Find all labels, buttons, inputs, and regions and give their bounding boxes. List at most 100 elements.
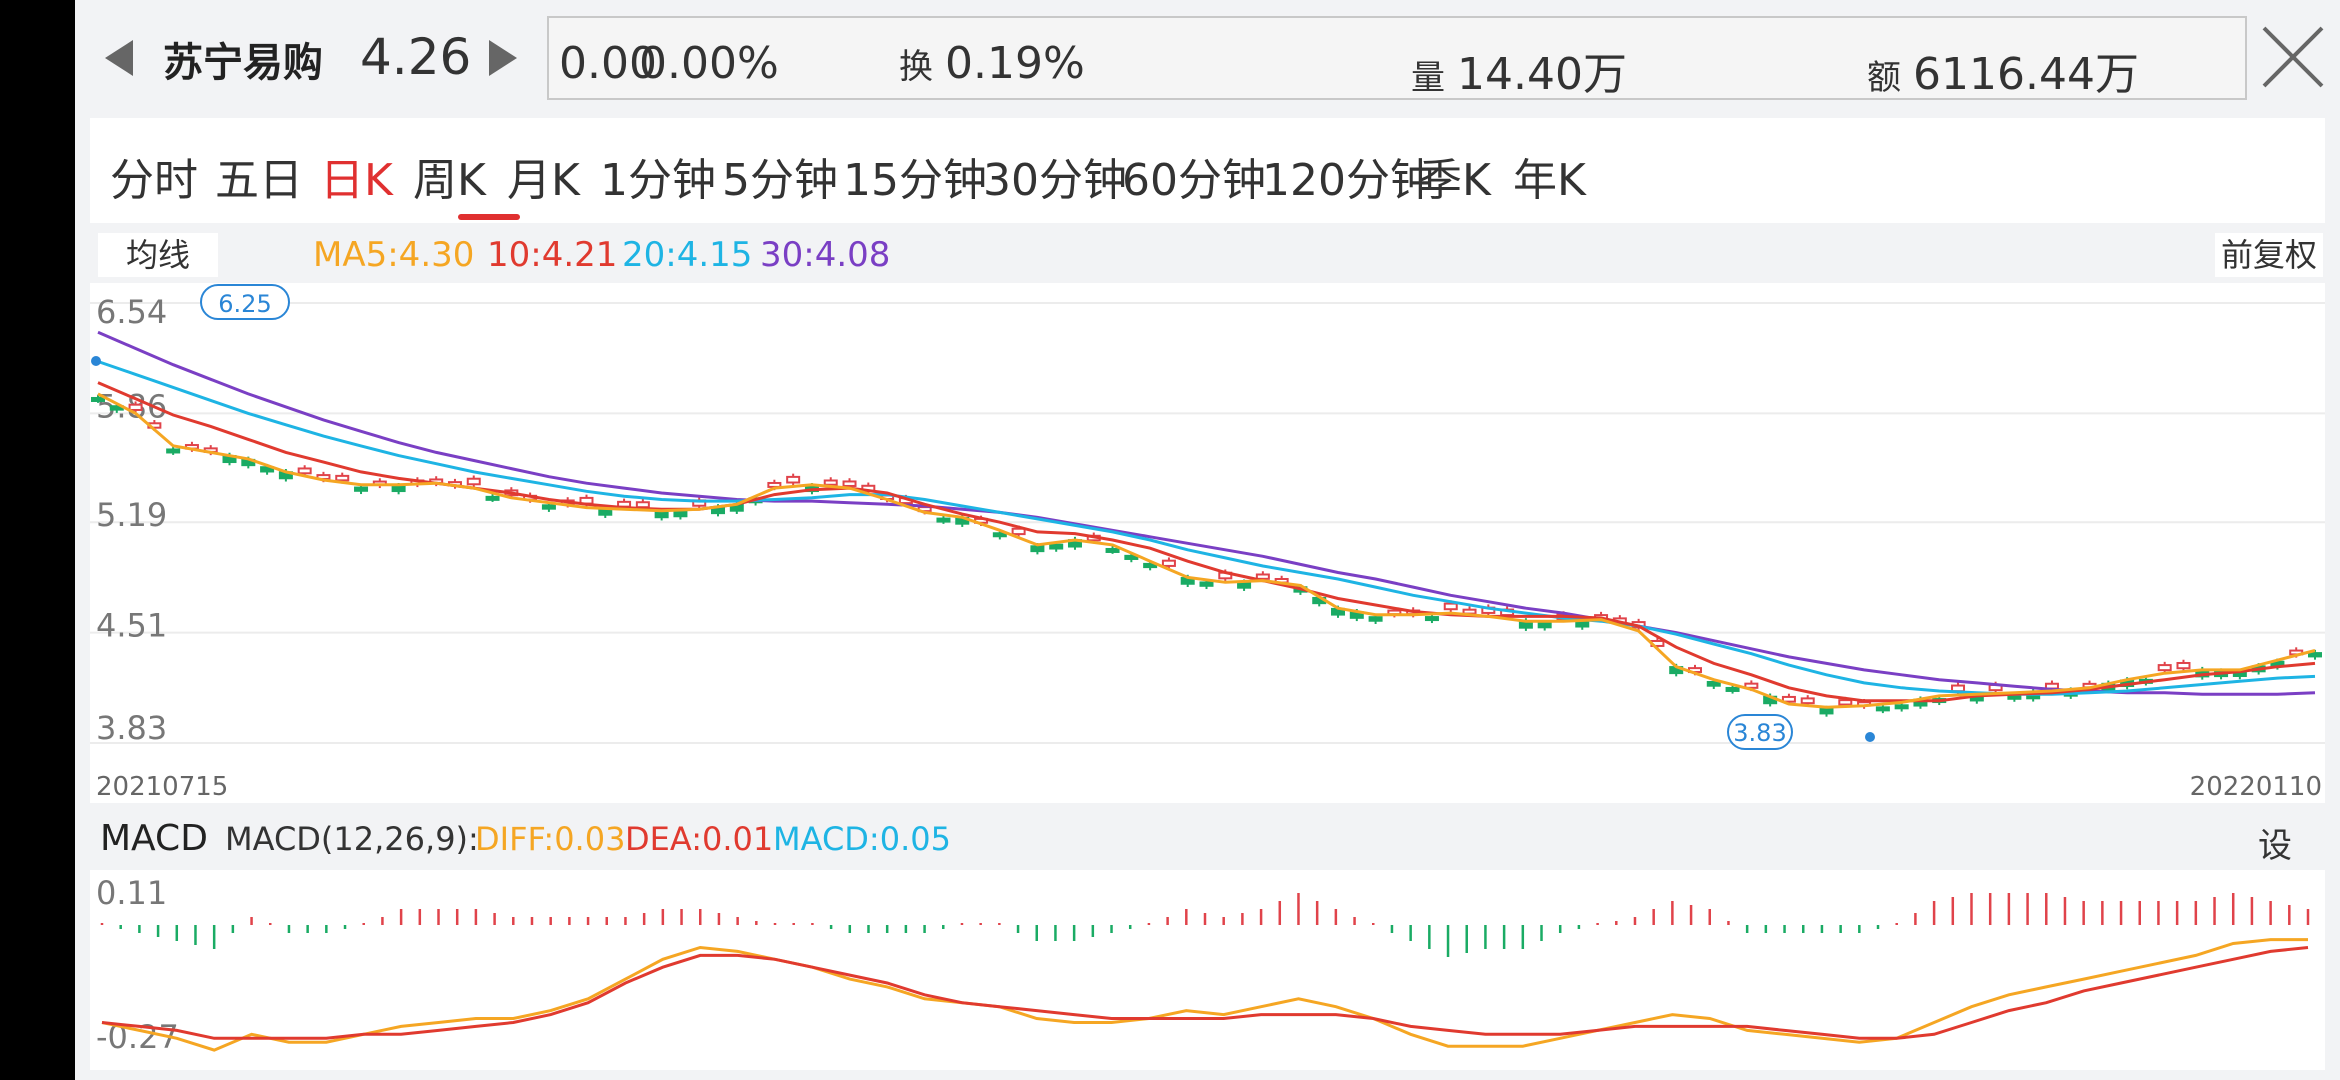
start-point-dot [91, 356, 101, 366]
tab-intraday[interactable]: 分时 [110, 144, 198, 208]
next-stock-icon[interactable] [489, 40, 517, 76]
candle-down [1706, 680, 1721, 687]
candle-down [1030, 545, 1045, 553]
tab-weekly-k[interactable]: 周K [413, 144, 486, 208]
period-tabs: 分时 五日 日K 周K 月K 1分钟 5分钟 15分钟 30分钟 60分钟 12… [90, 118, 2325, 223]
close-icon[interactable] [2260, 24, 2326, 90]
ma5-value: MA5:4.30 [313, 235, 475, 275]
turnover-value: 0.19% [945, 38, 1085, 89]
dea-value: DEA:0.01 [625, 820, 774, 858]
candle-down [1725, 686, 1740, 692]
candle-down [936, 517, 951, 523]
candle-up [1800, 697, 1815, 705]
candle-up [297, 467, 312, 475]
amount-value: 6116.44万 [1913, 49, 2139, 100]
candle-up [335, 474, 350, 482]
macd-chart[interactable]: 0.11 -0.27 [90, 870, 2325, 1070]
macd-title: MACD [100, 818, 208, 859]
candle-down [1199, 581, 1214, 587]
tab-15min[interactable]: 15分钟 [843, 144, 987, 208]
kline-svg: 6.545.865.194.513.836.253.8320210715 2022… [90, 284, 2325, 802]
candle-down [1424, 616, 1439, 622]
candle-down [992, 532, 1007, 538]
turnover-label: 换 [899, 47, 933, 87]
amount: 额 6116.44万 [1867, 38, 2139, 102]
ma5-line [97, 392, 2316, 709]
tab-5min[interactable]: 5分钟 [722, 144, 838, 208]
min-price-label: 3.83 [1733, 719, 1786, 747]
max-price-label: 6.25 [218, 290, 271, 318]
candle-down [91, 396, 105, 402]
tab-30min[interactable]: 30分钟 [983, 144, 1127, 208]
candle-down [2308, 652, 2322, 658]
tab-yearly-k[interactable]: 年K [1513, 144, 1586, 208]
y-tick-label: 6.54 [96, 293, 167, 331]
volume-value: 14.40万 [1457, 49, 1627, 100]
ma-settings-button[interactable]: 均线 [98, 233, 218, 277]
macd-y-tick-label: 0.11 [96, 874, 167, 912]
y-tick-label: 4.51 [96, 607, 167, 645]
volume: 量 14.40万 [1411, 38, 1627, 102]
stock-name: 苏宁易购 [163, 40, 323, 86]
end-date-label: 20220110 [2190, 772, 2322, 802]
price-change-pct: 0.00% [639, 38, 779, 89]
candle-up [1161, 559, 1176, 567]
previous-stock-icon[interactable] [105, 40, 133, 76]
candle-up [1443, 602, 1458, 611]
macd-params: MACD(12,26,9): [225, 820, 479, 858]
tab-60min[interactable]: 60分钟 [1122, 144, 1266, 208]
adjust-mode-button[interactable]: 前复权 [2215, 233, 2323, 277]
y-tick-label: 3.83 [96, 709, 167, 747]
candle-up [466, 477, 481, 486]
ma10-value: 10:4.21 [487, 235, 618, 275]
candle-up [2157, 664, 2172, 672]
macd-value: MACD:0.05 [773, 820, 951, 858]
stock-detail-screen: 苏宁易购 4.26 0.00 0.00% 换 0.19% 量 14.40万 额 611… [75, 0, 2340, 1080]
candle-down [354, 486, 369, 492]
stock-price: 4.26 [360, 28, 472, 86]
tab-daily-k[interactable]: 日K [320, 144, 393, 208]
candle-up [635, 501, 650, 509]
diff-line [101, 938, 2308, 1052]
candle-up [842, 480, 857, 487]
ma20-value: 20:4.15 [622, 235, 753, 275]
candle-down [1237, 581, 1252, 589]
candle-up [786, 475, 801, 484]
candle-down [2007, 694, 2022, 700]
candle-down [1537, 622, 1552, 629]
macd-svg: 0.11-0.27 [96, 874, 2310, 1056]
amount-label: 额 [1867, 58, 1901, 98]
dea-line [101, 946, 2309, 1040]
ma-legend-bar: 均线 MA5:4.30 10:4.21 20:4.15 30:4.08 前复权 [90, 229, 2325, 281]
candle-down [1368, 616, 1383, 622]
candle-down [1105, 547, 1120, 553]
candle-down [1575, 621, 1590, 628]
candle-up [1838, 699, 1853, 706]
tab-five-day[interactable]: 五日 [215, 144, 303, 208]
y-tick-label: 5.19 [96, 496, 167, 534]
kline-chart[interactable]: 6.54 5.86 5.19 4.51 3.83 6.25 3.83 20210715 2022… [90, 283, 2325, 803]
ma20-line [97, 360, 2316, 696]
tab-quarterly-k[interactable]: 季K [1418, 144, 1491, 208]
candle-up [823, 479, 838, 486]
tab-1min[interactable]: 1分钟 [600, 144, 716, 208]
diff-value: DIFF:0.03 [475, 820, 626, 858]
ma30-value: 30:4.08 [760, 235, 891, 275]
candle-down [1049, 543, 1064, 550]
candle-down [541, 504, 556, 510]
active-tab-indicator [458, 214, 520, 220]
quote-header: 苏宁易购 4.26 0.00 0.00% 换 0.19% 量 14.40万 额 611… [75, 0, 2340, 115]
quote-summary: 0.00 0.00% 换 0.19% 量 14.40万 额 6116.44万 [547, 16, 2247, 100]
candle-down [391, 485, 406, 493]
candle-down [485, 495, 500, 501]
ma30-line [97, 330, 2316, 696]
candle-down [1875, 706, 1890, 712]
tab-monthly-k[interactable]: 月K [507, 144, 580, 208]
volume-label: 量 [1411, 58, 1445, 98]
candle-down [166, 448, 181, 454]
ma10-line [97, 381, 2316, 703]
tab-120min[interactable]: 120分钟 [1262, 144, 1434, 208]
candle-down [673, 510, 688, 518]
candle-down [1894, 704, 1909, 710]
candle-up [128, 403, 143, 411]
